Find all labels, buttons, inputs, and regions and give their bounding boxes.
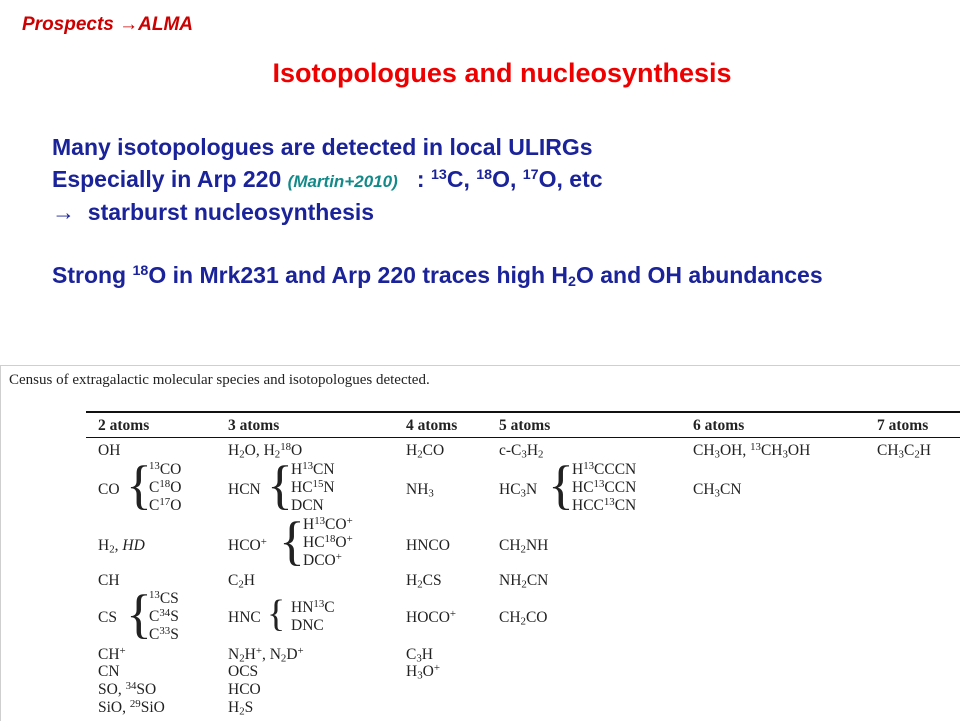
species-nh3: NH3	[406, 481, 434, 500]
species-c3h: C3H	[406, 646, 433, 665]
citation: (Martin+2010)	[287, 172, 398, 191]
species-ch2co: CH2CO	[499, 609, 548, 628]
arrow-icon: →	[52, 199, 75, 225]
species-ch: CH	[98, 572, 120, 589]
species-oh: OH	[98, 442, 121, 459]
species-h2-hd: H2, HD	[98, 537, 145, 556]
species-hco-plus: HCO+	[228, 536, 267, 554]
species-n2h-plus: N2H+, N2D+	[228, 645, 304, 665]
bullet-line-4: Strong 18O in Mrk231 and Arp 220 traces …	[52, 262, 823, 290]
brace-icon: {	[267, 593, 286, 635]
col-header-6-atoms: 6 atoms	[693, 417, 745, 434]
brace-icon: {	[267, 455, 293, 515]
species-hoco-plus: HOCO+	[406, 608, 457, 626]
species-ch2nh: CH2NH	[499, 537, 549, 556]
col-header-5-atoms: 5 atoms	[499, 417, 551, 434]
header-prospects: Prospects →ALMA	[22, 14, 194, 35]
table-rule-top	[86, 411, 960, 413]
species-co: CO	[98, 481, 120, 498]
species-ch-plus: CH+	[98, 645, 126, 663]
species-ch3c2h: CH3C2H	[877, 442, 931, 461]
species-h2co: H2CO	[406, 442, 445, 461]
species-c3h2: c-C3H2	[499, 442, 544, 461]
hco-plus-isotopologues: H13CO+ HC18O+ DCO+	[303, 515, 353, 569]
col-header-7-atoms: 7 atoms	[877, 417, 929, 434]
slide-title: Isotopologues and nucleosynthesis	[272, 58, 732, 88]
col-header-3-atoms: 3 atoms	[228, 417, 280, 434]
species-h3o-plus: H3O+	[406, 662, 440, 682]
table-image: Census of extragalactic molecular specie…	[0, 365, 960, 721]
bullet-line-1: Many isotopologues are detected in local…	[52, 134, 593, 160]
species-hcn: HCN	[228, 481, 261, 498]
brace-icon: {	[548, 455, 574, 515]
table-caption: Census of extragalactic molecular specie…	[9, 372, 430, 388]
cs-isotopologues: 13CS C34S C33S	[149, 589, 179, 643]
species-hnc: HNC	[228, 609, 261, 626]
table-rule-header	[86, 437, 960, 438]
arrow-icon: →	[119, 14, 139, 35]
co-isotopologues: 13CO C18O C17O	[149, 460, 182, 514]
species-hnco: HNCO	[406, 537, 450, 554]
species-cs: CS	[98, 609, 117, 626]
brace-icon: {	[279, 511, 305, 571]
species-hc3n: HC3N	[499, 481, 538, 500]
species-ch3oh: CH3OH, 13CH3OH	[693, 441, 811, 461]
col-header-4-atoms: 4 atoms	[406, 417, 458, 434]
bullet-line-2: Especially in Arp 220 (Martin+2010) : 13…	[52, 166, 603, 192]
hnc-isotopologues: HN13C DNC	[291, 598, 335, 634]
species-ocs: OCS	[228, 663, 259, 680]
species-h2s: H2S	[228, 699, 254, 718]
species-so: SO, 34SO	[98, 680, 157, 698]
species-h2cs: H2CS	[406, 572, 442, 591]
species-ch3cn: CH3CN	[693, 481, 742, 500]
hcn-isotopologues: H13CN HC15N DCN	[291, 460, 335, 514]
col-header-2-atoms: 2 atoms	[98, 417, 150, 434]
species-sio: SiO, 29SiO	[98, 698, 165, 716]
species-nh2cn: NH2CN	[499, 572, 549, 591]
species-c2h: C2H	[228, 572, 255, 591]
species-hco: HCO	[228, 681, 261, 698]
bullet-line-3: → starburst nucleosynthesis	[52, 199, 375, 225]
hc3n-isotopologues: H13CCCN HC13CCN HCC13CN	[572, 460, 637, 514]
species-cn: CN	[98, 663, 120, 680]
